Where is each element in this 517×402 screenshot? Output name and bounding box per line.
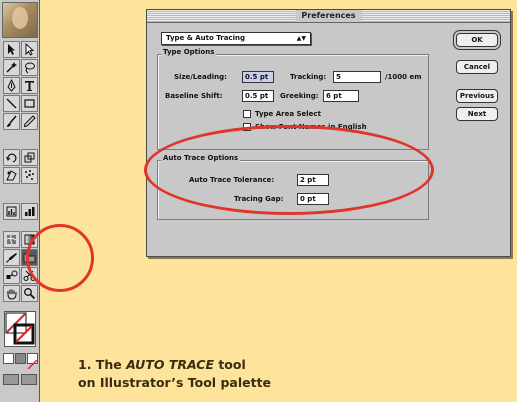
tracking-unit-label: /1000 em [385, 73, 422, 81]
cancel-button[interactable]: Cancel [456, 60, 498, 74]
zoom-tool-icon[interactable] [21, 285, 38, 302]
rectangle-tool-icon[interactable] [21, 95, 38, 112]
hand-tool-icon[interactable] [3, 285, 20, 302]
caption-line-2: on Illustrator’s Tool palette [78, 375, 272, 390]
size-leading-label: Size/Leading: [174, 73, 227, 81]
popup-arrows-icon: ▲▼ [296, 35, 306, 42]
tracking-input[interactable]: 5 [333, 71, 381, 83]
baseline-shift-label: Baseline Shift: [165, 92, 223, 100]
fill-none-icon [5, 312, 35, 345]
scale-tool-icon[interactable] [21, 149, 38, 166]
size-leading-input[interactable]: 0.5 pt [242, 71, 274, 83]
ok-button[interactable]: OK [456, 33, 498, 47]
type-tool-icon[interactable] [21, 77, 38, 94]
section-popup-menu[interactable]: Type & Auto Tracing ▲▼ [161, 32, 311, 45]
pen-tool-icon[interactable] [3, 77, 20, 94]
selection-tool-icon[interactable] [3, 41, 20, 58]
none-mode-icon[interactable] [27, 353, 38, 370]
gradient-mode-icon[interactable] [15, 353, 26, 364]
previous-button[interactable]: Previous [456, 89, 498, 103]
caption-tool-name: AUTO TRACE [126, 357, 214, 372]
blend-tool-icon[interactable] [3, 267, 20, 284]
color-mode-icon[interactable] [3, 353, 14, 364]
pencil-tool-icon[interactable] [21, 113, 38, 130]
lasso-tool-icon[interactable] [21, 59, 38, 76]
type-options-title: Type Options [161, 48, 217, 56]
auto-trace-options-highlight [144, 125, 434, 215]
greeking-label: Greeking: [280, 92, 319, 100]
type-area-select-checkbox[interactable] [243, 110, 251, 118]
line-segment-tool-icon[interactable] [3, 95, 20, 112]
direct-selection-tool-icon[interactable] [21, 41, 38, 58]
dialog-titlebar: Preferences [147, 10, 510, 23]
palette-header-image [2, 2, 38, 38]
section-popup-label: Type & Auto Tracing [166, 34, 245, 42]
fill-stroke-swatch[interactable] [4, 311, 36, 347]
auto-trace-tool-highlight [26, 224, 94, 292]
symbol-sprayer-tool-icon[interactable] [21, 167, 38, 184]
gradient-mesh-tool-icon[interactable] [3, 231, 20, 248]
graph-tool-icon[interactable] [3, 203, 20, 220]
baseline-shift-input[interactable]: 0.5 pt [242, 90, 274, 102]
magic-wand-tool-icon[interactable] [3, 59, 20, 76]
paintbrush-tool-icon[interactable] [3, 113, 20, 130]
next-button[interactable]: Next [456, 107, 498, 121]
dialog-title: Preferences [295, 10, 362, 22]
free-transform-tool-icon[interactable] [3, 167, 20, 184]
rotate-tool-icon[interactable] [3, 149, 20, 166]
greeking-input[interactable]: 6 pt [323, 90, 359, 102]
figure-caption: 1. The AUTO TRACE tool on Illustrator’s … [78, 357, 272, 390]
eyedropper-tool-icon[interactable] [3, 249, 20, 266]
type-area-select-label: Type Area Select [255, 110, 321, 118]
tool-palette [0, 0, 40, 402]
screen-mode-full-icon[interactable] [21, 374, 37, 385]
bar-graph-tool-icon[interactable] [21, 203, 38, 220]
tracking-label: Tracking: [290, 73, 327, 81]
screen-mode-standard-icon[interactable] [3, 374, 19, 385]
